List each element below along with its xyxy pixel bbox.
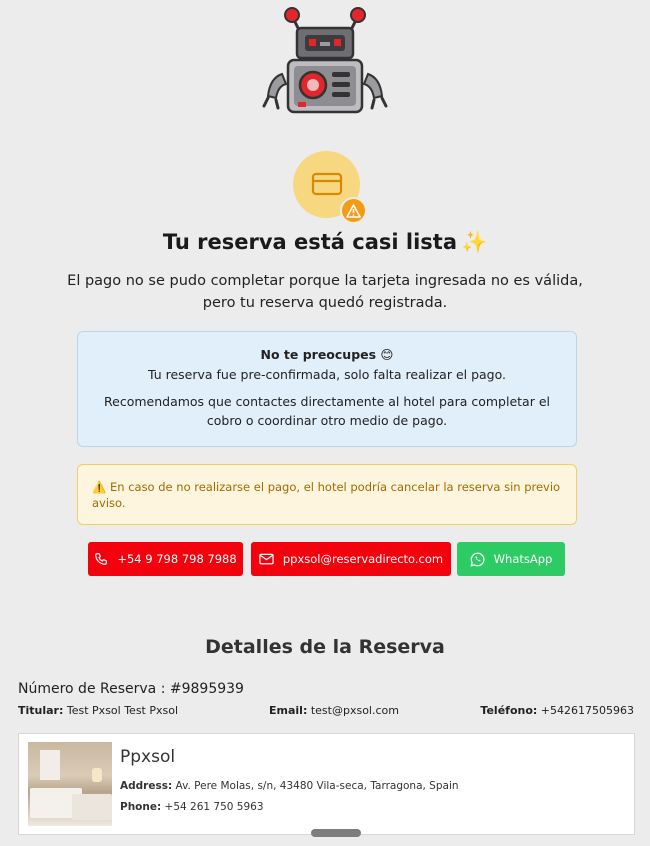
titular-field: Titular: Test Pxsol Test Pxsol [18,704,178,717]
call-hotel-label: +54 9 798 798 7988 [117,552,237,566]
sparkles-icon: ✨ [461,230,488,254]
hotel-address: Address: Av. Pere Molas, s/n, 43480 Vila… [120,780,459,792]
whatsapp-label: WhatsApp [493,552,553,566]
phone-icon [95,553,108,565]
robot-mascot-icon [256,4,396,120]
call-hotel-button[interactable]: +54 9 798 798 7988 [88,542,243,576]
phone-label: Teléfono: [480,704,538,717]
phone-value: +542617505963 [540,704,634,717]
email-hotel-label: ppxsol@reservadirecto.com [282,552,444,566]
warning-triangle-icon [340,197,367,224]
info-notice-line: Tu reserva fue pre-confirmada, solo falt… [147,367,507,382]
page-subtitle: El pago no se pudo completar porque la t… [60,270,590,314]
hotel-room-photo [28,742,112,826]
warning-notice: ⚠️ En caso de no realizarse el pago, el … [77,464,577,525]
warning-icon: ⚠️ [92,480,107,494]
whatsapp-button[interactable]: WhatsApp [457,542,565,576]
warning-notice-text: En caso de no realizarse el pago, el hot… [92,480,561,510]
hotel-name: Ppxsol [120,747,176,767]
hotel-phone-label: Phone: [120,801,162,813]
titular-label: Titular: [18,704,64,717]
hotel-card: Ppxsol Address: Av. Pere Molas, s/n, 434… [18,733,635,835]
page-title-text: Tu reserva está casi lista [162,230,457,254]
hotel-phone-value: +54 261 750 5963 [164,801,264,813]
subtitle-line: pero tu reserva quedó registrada. [202,295,448,311]
email-field: Email: test@pxsol.com [269,704,399,717]
page-title: Tu reserva está casi lista ✨ [0,230,650,255]
horizontal-scrollbar[interactable] [311,829,361,837]
details-section-title: Detalles de la Reserva [205,636,445,658]
subtitle-line: El pago no se pudo completar porque la t… [67,273,583,289]
info-notice-title: No te preocupes 😊 [260,347,394,362]
mail-icon [259,553,274,565]
hotel-address-label: Address: [120,780,173,792]
email-value: test@pxsol.com [310,704,399,717]
info-notice: No te preocupes 😊 Tu reserva fue pre-con… [77,331,577,447]
email-hotel-button[interactable]: ppxsol@reservadirecto.com [251,542,451,576]
credit-card-icon [311,172,342,195]
hotel-address-value: Av. Pere Molas, s/n, 43480 Vila-seca, Ta… [175,780,459,792]
whatsapp-icon [470,552,485,567]
info-notice-line: Recomendamos que contactes directamente … [104,394,550,428]
reservation-number: Número de Reserva : #9895939 [18,681,244,697]
email-label: Email: [269,704,308,717]
titular-value: Test Pxsol Test Pxsol [66,704,179,717]
hotel-phone: Phone: +54 261 750 5963 [120,801,264,813]
phone-field: Teléfono: +542617505963 [480,704,634,717]
